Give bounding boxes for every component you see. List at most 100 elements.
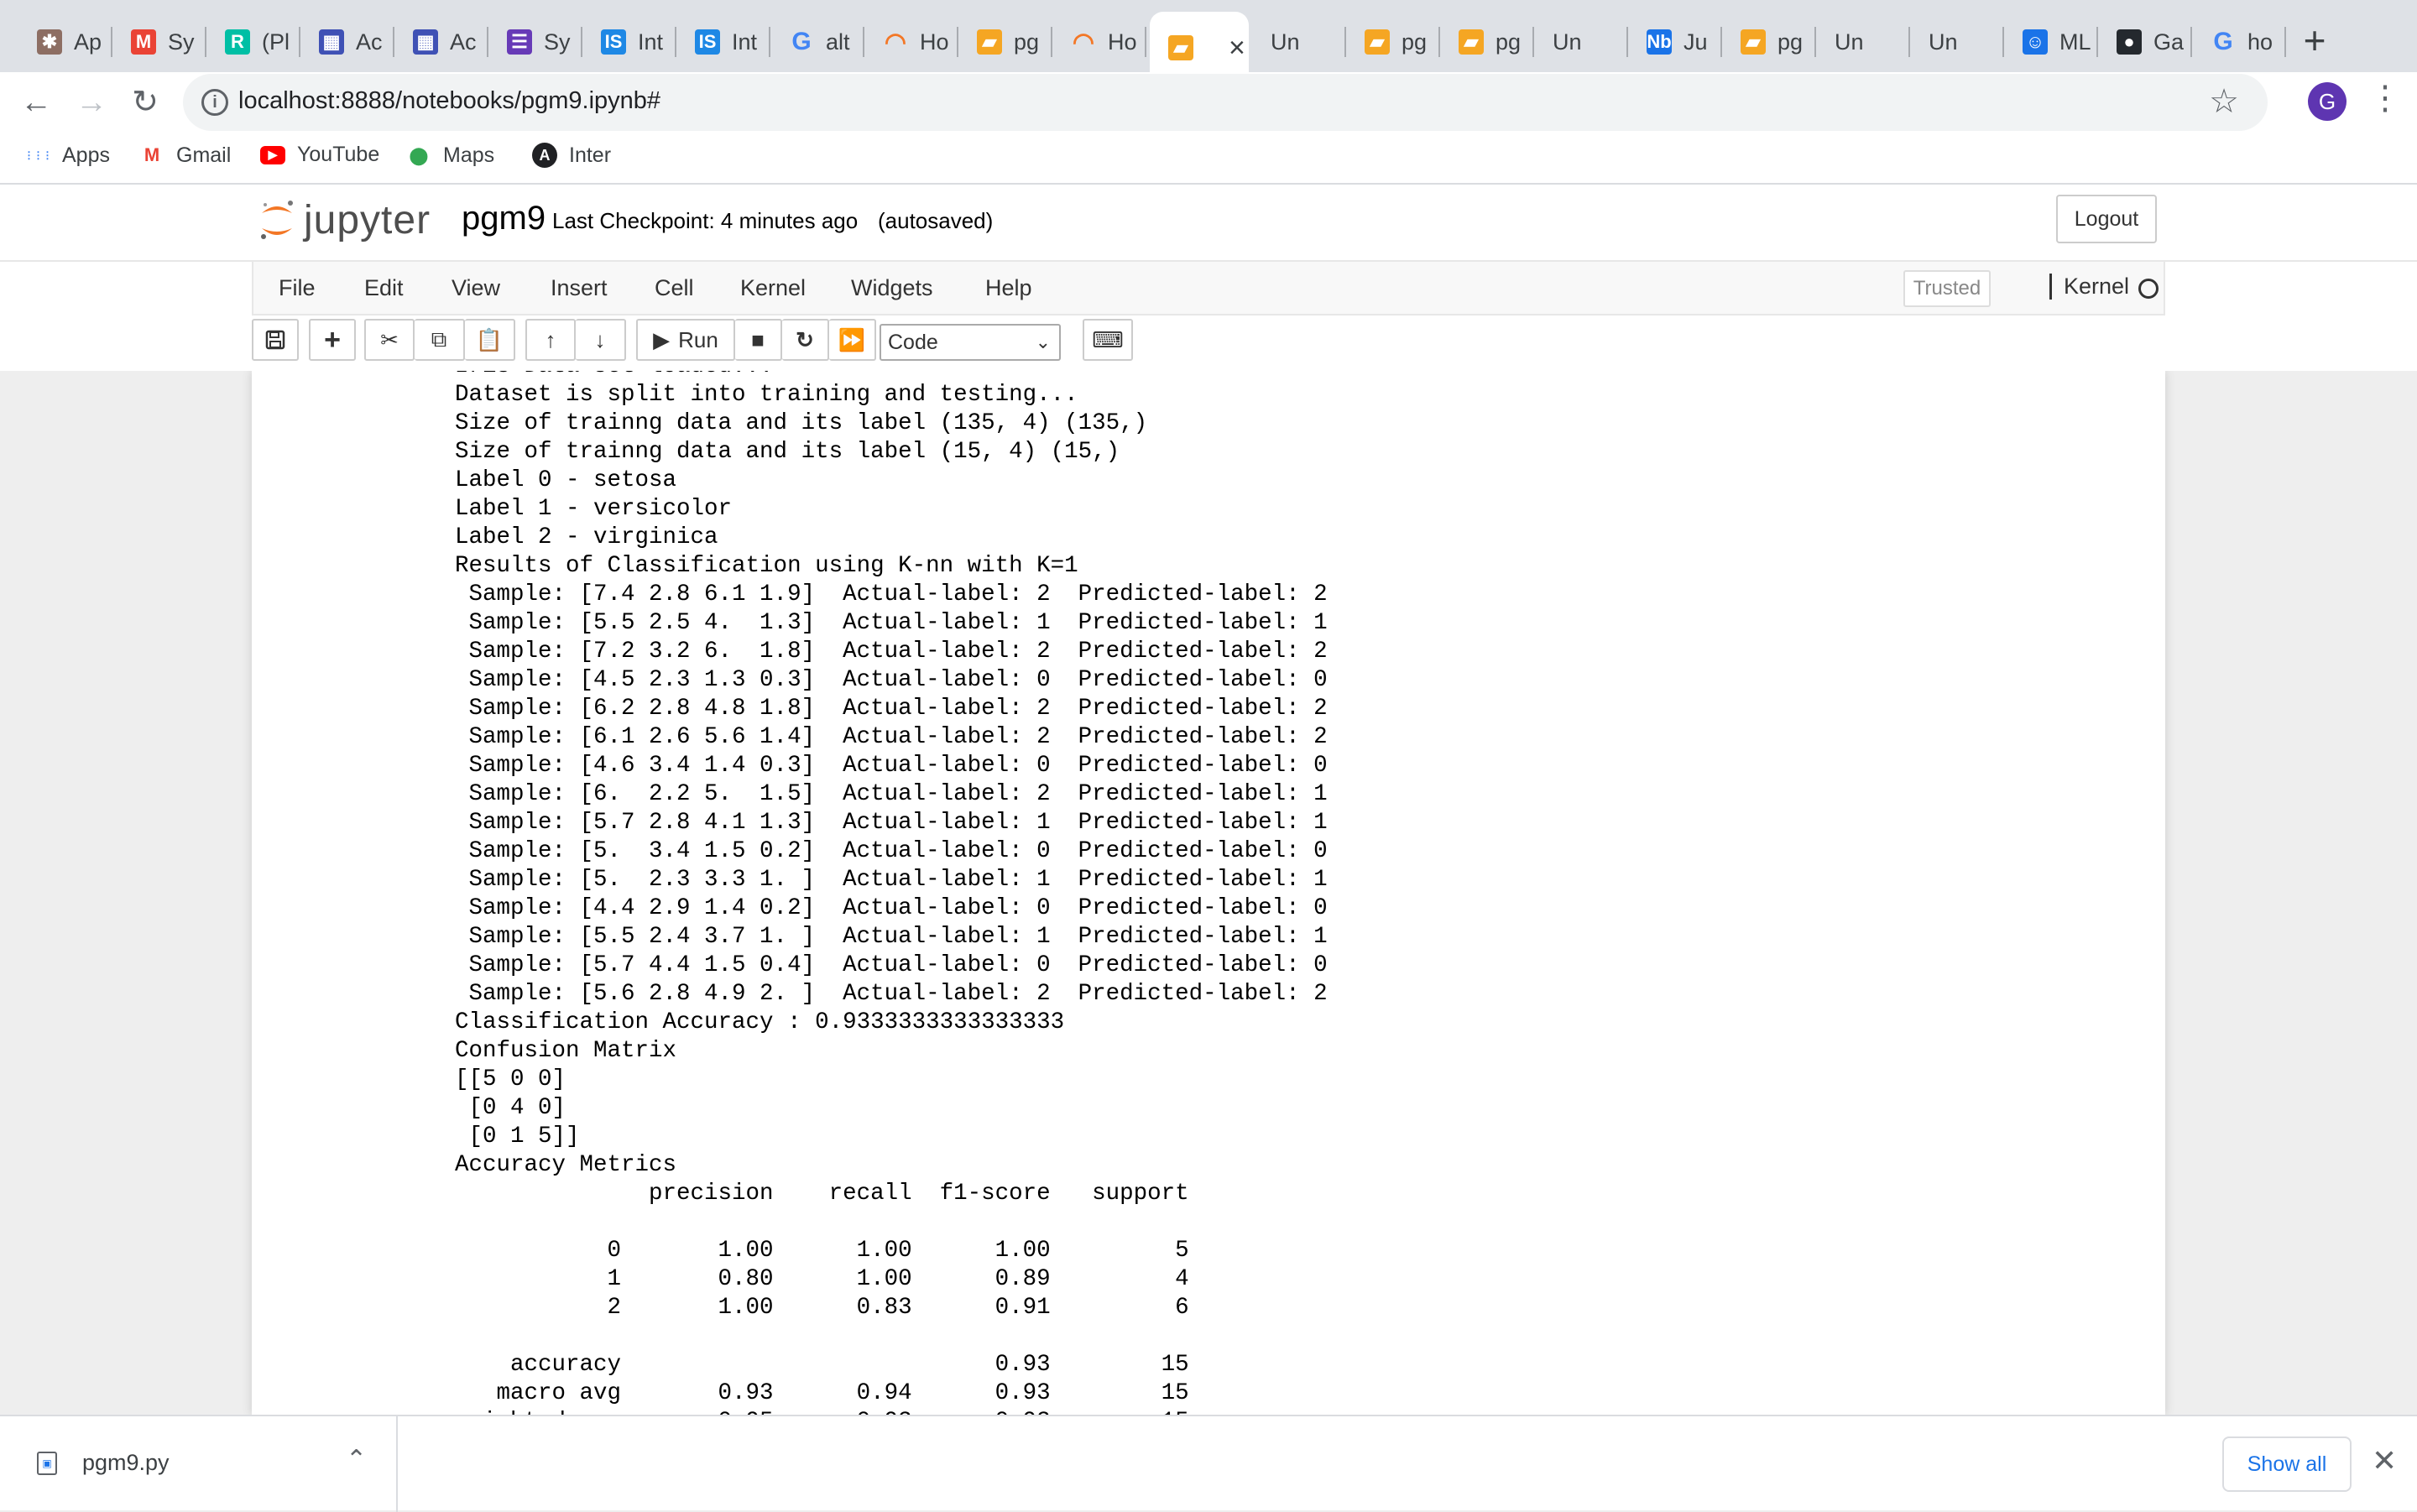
- output-line: Confusion Matrix: [455, 1038, 677, 1064]
- output-line: Classification Accuracy : 0.933333333333…: [455, 1009, 1065, 1035]
- address-url[interactable]: localhost:8888/notebooks/pgm9.ipynb#: [238, 87, 660, 115]
- output-line: Sample: [5.7 2.8 4.1 1.3] Actual-label: …: [455, 810, 1328, 836]
- browser-tab[interactable]: Nb Ju: [1631, 15, 1722, 69]
- paste-cell-button[interactable]: 📋: [465, 319, 515, 361]
- browser-tab[interactable]: ☺ ML: [2007, 15, 2098, 69]
- browser-tab[interactable]: Un: [1255, 15, 1346, 69]
- browser-tab[interactable]: ▦ Ac: [398, 15, 488, 69]
- browser-tab[interactable]: Gho: [2195, 15, 2286, 69]
- paste-icon: 📋: [475, 326, 504, 352]
- cell-type-select[interactable]: Code ⌄: [880, 324, 1061, 361]
- copy-cell-button[interactable]: ⧉: [415, 319, 465, 361]
- person-icon: ☺: [2023, 29, 2048, 55]
- browser-tab[interactable]: ▰ pg: [962, 15, 1052, 69]
- chevron-up-icon[interactable]: ⌃: [346, 1445, 367, 1474]
- tab-title: Un: [1929, 29, 1958, 55]
- plus-icon: +: [324, 323, 341, 356]
- tab-separator: [1908, 27, 1910, 57]
- menu-cell[interactable]: Cell: [655, 275, 694, 301]
- bookmark-label: YouTube: [297, 143, 380, 166]
- output-line: [0 4 0]: [455, 1095, 566, 1121]
- chevron-down-icon: ⌄: [1035, 331, 1051, 352]
- menu-help[interactable]: Help: [985, 275, 1032, 301]
- notebook-icon: ▰: [1459, 29, 1484, 55]
- bookmark-youtube[interactable]: ▶ YouTube: [260, 143, 379, 167]
- forward-icon[interactable]: →: [72, 84, 111, 123]
- notebook-icon: ▰: [1168, 35, 1193, 60]
- tab-title: pg: [1496, 29, 1522, 55]
- restart-button[interactable]: ↻: [782, 319, 829, 361]
- restart-run-all-button[interactable]: ⏩: [829, 319, 876, 361]
- browser-tab[interactable]: ☰ Sy: [492, 15, 582, 69]
- menu-edit[interactable]: Edit: [364, 275, 404, 301]
- autosave-status: (autosaved): [878, 208, 994, 233]
- browser-tab[interactable]: Galt: [774, 15, 864, 69]
- tab-title: Ga: [2153, 29, 2185, 55]
- browser-tab[interactable]: IS Int: [586, 15, 676, 69]
- logout-button[interactable]: Logout: [2056, 195, 2157, 243]
- insert-cell-button[interactable]: +: [309, 319, 356, 361]
- close-icon[interactable]: ✕: [2372, 1443, 2397, 1478]
- browser-tab[interactable]: Un: [1537, 15, 1628, 69]
- new-tab-button[interactable]: +: [2293, 20, 2336, 64]
- address-bar[interactable]: i localhost:8888/notebooks/pgm9.ipynb# ☆: [183, 74, 2268, 131]
- browser-menu-icon[interactable]: ⋮: [2368, 79, 2402, 117]
- browser-tab[interactable]: ▰ pg: [1725, 15, 1816, 69]
- browser-tab[interactable]: Un: [1819, 15, 1910, 69]
- profile-avatar[interactable]: G: [2308, 82, 2347, 121]
- browser-tab[interactable]: M Sy: [116, 15, 206, 69]
- browser-tab[interactable]: Un: [1913, 15, 2004, 69]
- browser-tab[interactable]: ▰ pg: [1349, 15, 1440, 69]
- site-info-icon[interactable]: i: [201, 89, 228, 116]
- tab-separator: [2284, 27, 2286, 57]
- trusted-indicator[interactable]: Trusted: [1903, 270, 1991, 307]
- menu-widgets[interactable]: Widgets: [851, 275, 933, 301]
- browser-tab[interactable]: ◠ Ho: [1056, 15, 1146, 69]
- reload-icon[interactable]: ↻: [126, 84, 164, 123]
- output-line: Label 2 - virginica: [455, 524, 718, 550]
- tab-title: (Pl: [262, 29, 290, 55]
- tab-title: Ju: [1684, 29, 1708, 55]
- back-icon[interactable]: ←: [17, 84, 55, 123]
- tab-separator: [1438, 27, 1440, 57]
- notebook-scroll-area[interactable]: Iris Data set loaded...Dataset is split …: [0, 371, 2417, 1415]
- bookmark-star-icon[interactable]: ☆: [2209, 82, 2239, 121]
- menu-file[interactable]: File: [279, 275, 316, 301]
- notebook-toolbar: + ✂ ⧉ 📋 ↑ ↓ ▶ Run ■ ↻ ⏩ Code ⌄ ⌨: [252, 319, 2165, 366]
- menu-kernel[interactable]: Kernel: [740, 275, 806, 301]
- apps-grid-icon: ⋮⋮⋮: [23, 149, 53, 161]
- jupyter-logo[interactable]: jupyter: [258, 196, 431, 243]
- move-up-button[interactable]: ↑: [525, 319, 576, 361]
- browser-tab[interactable]: ◠ Ho: [868, 15, 958, 69]
- move-down-button[interactable]: ↓: [576, 319, 626, 361]
- menu-view[interactable]: View: [452, 275, 500, 301]
- menu-insert[interactable]: Insert: [551, 275, 608, 301]
- browser-tab[interactable]: ▦ Ac: [304, 15, 394, 69]
- floppy-disk-icon: [265, 330, 285, 350]
- browser-tab[interactable]: IS Int: [680, 15, 770, 69]
- save-button[interactable]: [252, 319, 299, 361]
- arrow-up-icon: ↑: [545, 326, 556, 352]
- cut-cell-button[interactable]: ✂: [364, 319, 415, 361]
- tab-title: Int: [638, 29, 664, 55]
- notebook-name[interactable]: pgm9: [462, 200, 546, 237]
- tab-close-icon[interactable]: ×: [1229, 32, 1245, 65]
- browser-tab[interactable]: ● Ga: [2101, 15, 2192, 69]
- interrupt-button[interactable]: ■: [735, 319, 782, 361]
- cell-output: Iris Data set loaded...Dataset is split …: [455, 371, 1328, 1415]
- bookmark-apps[interactable]: ⋮⋮⋮ Apps: [23, 143, 110, 168]
- bookmark-maps[interactable]: ⬤ Maps: [406, 143, 494, 168]
- download-item[interactable]: ▣ pgm9.py ⌃: [0, 1416, 398, 1512]
- tab-separator: [393, 27, 394, 57]
- bookmark-gmail[interactable]: M Gmail: [139, 143, 231, 168]
- run-button[interactable]: ▶ Run: [636, 319, 735, 361]
- browser-tab[interactable]: ✱ Ap: [22, 15, 112, 69]
- command-palette-button[interactable]: ⌨: [1083, 319, 1133, 361]
- browser-tab[interactable]: ▰ pg: [1443, 15, 1534, 69]
- output-line: Size of trainng data and its label (15, …: [455, 439, 1120, 465]
- cell-type-value: Code: [888, 331, 938, 354]
- bookmark-inter[interactable]: A Inter: [532, 143, 611, 168]
- kernel-name[interactable]: Kernel: [2049, 274, 2129, 300]
- browser-tab[interactable]: R (Pl: [210, 15, 300, 69]
- show-all-downloads-button[interactable]: Show all: [2222, 1436, 2352, 1492]
